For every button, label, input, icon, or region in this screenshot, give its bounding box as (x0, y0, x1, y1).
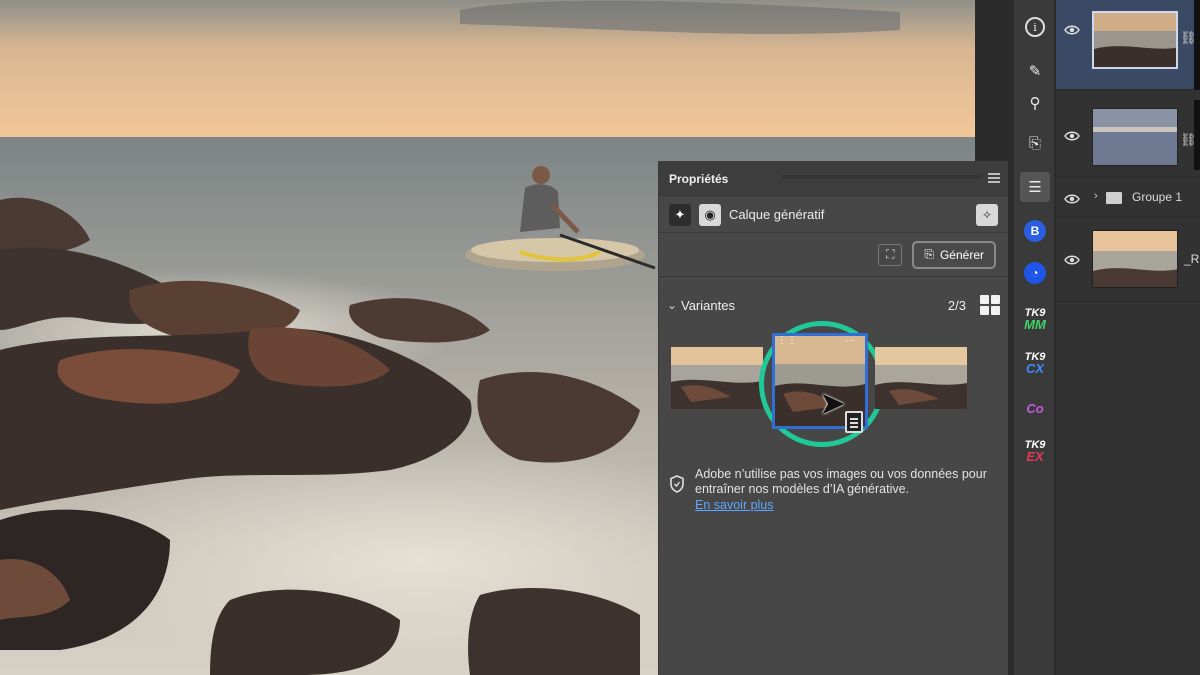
document-icon (845, 411, 863, 433)
generative-options-icon[interactable]: ✧ (976, 203, 998, 226)
smart-object-icon: ◉ (699, 203, 721, 226)
layer-thumbnail-image (1093, 109, 1177, 165)
tk9-cx-icon: TK9 CX (1025, 351, 1046, 375)
layer-thumbnail-image (1093, 231, 1177, 287)
layer-row-sea[interactable] (1056, 220, 1200, 302)
tk9-mm-button[interactable]: TK9 MM (1020, 304, 1050, 334)
chevron-right-icon[interactable]: › (1094, 190, 1098, 202)
tk9-mm-bottom: MM (1024, 317, 1046, 332)
panel-menu-icon[interactable] (988, 173, 1000, 183)
properties-tab[interactable]: Propriétés (669, 172, 728, 186)
layer-row-generative[interactable]: ⛓ (1056, 0, 1200, 90)
ai-notice: Adobe n’utilise pas vos images ou vos do… (659, 445, 1008, 512)
sliders-icon: ☰ (1028, 179, 1042, 196)
tk9-co-bottom: Co (1026, 401, 1044, 416)
tk9-mm-icon: TK9 MM (1024, 307, 1046, 331)
generate-row: ⛶ ⎘ Générer (659, 233, 1008, 277)
plugin-b-icon: B (1024, 220, 1046, 242)
clone-source-icon: ⎘ (1028, 134, 1041, 152)
panel-drag-bar[interactable] (782, 175, 982, 179)
properties-panel: Propriétés ✦ ◉ Calque génératif ✧ ⛶ ⎘ Gé… (658, 161, 1008, 675)
layer-thumbnail-image (1094, 13, 1176, 67)
eye-icon[interactable] (1064, 191, 1080, 207)
panel-icon-strip: i ✎ ⚲ ⎘ ☰ B ◔ TK9 MM TK9 CX Co TK9 EX (1013, 0, 1055, 675)
reference-image-icon[interactable]: ⛶ (878, 243, 903, 266)
variants-header[interactable]: ⌄ Variantes 2/3 (659, 285, 1008, 325)
thumbnail-handle-icon: ⋮⋮ (777, 335, 797, 346)
layers-panel: ⛓ ⛓ › Groupe 1 _R (1056, 0, 1200, 675)
clone-source-button[interactable]: ⎘ (1020, 128, 1050, 158)
generate-button[interactable]: ⎘ Générer (912, 240, 996, 269)
brush-presets-button[interactable]: ⚲ (1020, 88, 1050, 118)
variants-title: Variantes (681, 297, 735, 313)
layer-name-r: _R (1184, 252, 1200, 266)
panel-edge (1194, 100, 1200, 170)
shield-icon (670, 475, 684, 493)
app-root: Propriétés ✦ ◉ Calque génératif ✧ ⛶ ⎘ Gé… (0, 0, 1200, 675)
learn-more-link[interactable]: En savoir plus (695, 498, 998, 512)
properties-panel-button[interactable]: ☰ (1020, 172, 1050, 202)
info-panel-button[interactable]: i (1020, 12, 1050, 42)
tk9-ex-button[interactable]: TK9 EX (1020, 436, 1050, 466)
brush-settings-button[interactable]: ✎ (1020, 56, 1050, 86)
variant-3-image (875, 347, 967, 409)
properties-tabbar: Propriétés (659, 161, 1008, 197)
variant-1-image (671, 347, 763, 409)
folder-icon (1106, 192, 1122, 204)
layer-thumbnail (1092, 108, 1178, 166)
layer-thumbnail (1092, 230, 1178, 288)
mouse-cursor-icon: ➤ (819, 385, 846, 421)
layer-row-harbor[interactable]: ⛓ (1056, 96, 1200, 178)
layer-type-row: ✦ ◉ Calque génératif ✧ (659, 197, 1008, 233)
variants-count: 2/3 (947, 297, 966, 313)
chevron-down-icon[interactable]: ⌄ (667, 298, 681, 312)
tk9-cx-button[interactable]: TK9 CX (1020, 348, 1050, 378)
plugin-b-button[interactable]: B (1020, 216, 1050, 246)
panel-edge (1194, 0, 1200, 90)
ai-notice-text: Adobe n’utilise pas vos images ou vos do… (695, 467, 987, 496)
brush-icon: ✎ (1028, 63, 1042, 80)
eye-icon[interactable] (1064, 252, 1080, 268)
tk9-ex-icon: TK9 EX (1025, 439, 1046, 463)
info-icon: i (1025, 17, 1045, 37)
generate-icon: ⎘ (924, 247, 934, 261)
eye-icon[interactable] (1064, 128, 1080, 144)
brush-presets-icon: ⚲ (1029, 95, 1041, 112)
variants-thumbnails: ⋮⋮ ··· ➤ (659, 321, 1008, 447)
tk9-co-button[interactable]: Co (1020, 394, 1050, 424)
tk9-co-icon: Co (1026, 401, 1044, 416)
eye-icon[interactable] (1064, 22, 1080, 38)
layer-type-label: Calque génératif (729, 207, 825, 222)
grid-view-icon[interactable] (980, 295, 1000, 315)
plugin-pie-button[interactable]: ◔ (1020, 258, 1050, 288)
tk9-ex-bottom: EX (1026, 449, 1044, 464)
ai-notice-body: Adobe n’utilise pas vos images ou vos do… (695, 467, 998, 512)
tk9-cx-bottom: CX (1025, 361, 1045, 376)
generative-sparkle-icon: ✦ (669, 203, 691, 226)
group-label: Groupe 1 (1132, 190, 1183, 204)
thumbnail-more-icon[interactable]: ··· (845, 335, 855, 346)
generate-label: Générer (939, 247, 984, 262)
variant-thumbnail-3[interactable] (875, 347, 967, 409)
layer-thumbnail (1092, 11, 1178, 69)
pie-chart-icon: ◔ (1024, 262, 1046, 284)
variant-thumbnail-1[interactable] (671, 347, 763, 409)
